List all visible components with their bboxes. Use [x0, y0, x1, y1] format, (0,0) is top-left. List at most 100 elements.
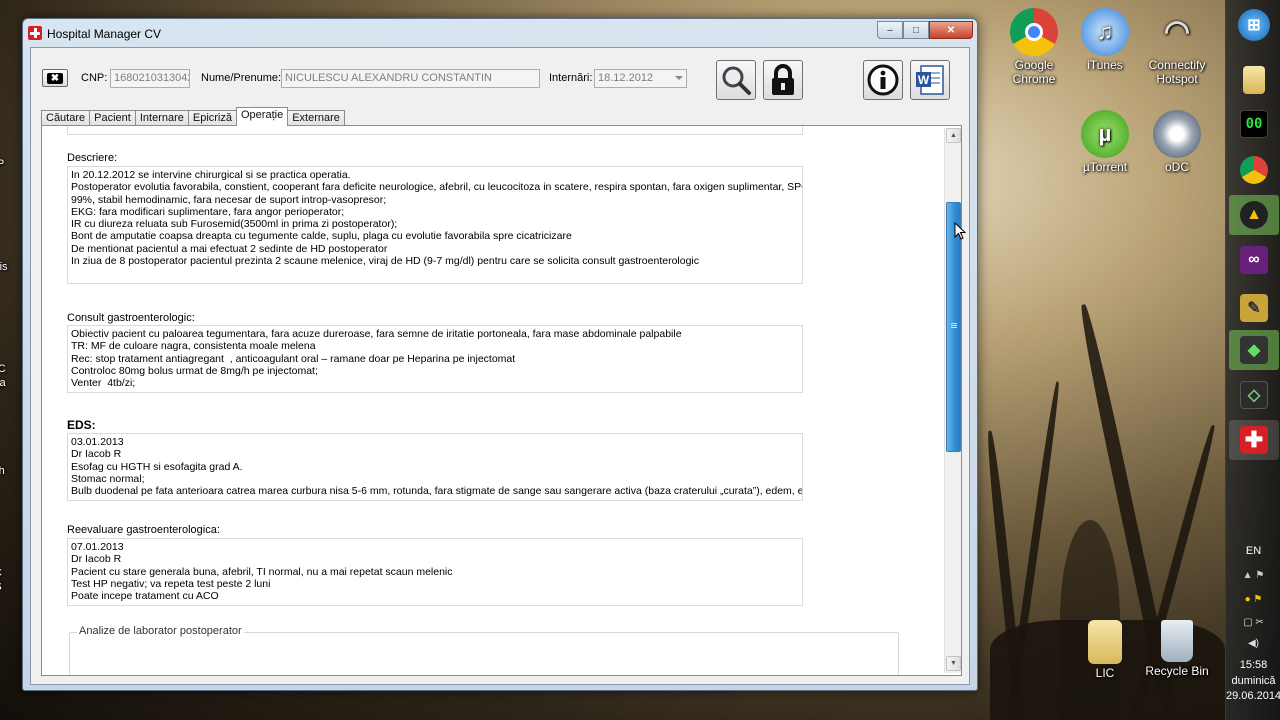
scroll-up-button[interactable]: ▲ [946, 128, 961, 143]
taskbar-chrome[interactable] [1229, 150, 1279, 190]
window-controls: ‒ □ ✕ [877, 21, 973, 39]
lab-field[interactable] [802, 675, 876, 676]
folder-icon [1088, 620, 1122, 664]
chrome-icon [1240, 156, 1268, 184]
text-line: Obiectiv pacient cu paloarea tegumentara… [71, 328, 682, 340]
tools-icon: ✎ [1240, 294, 1268, 322]
taskbar-green-app-2[interactable]: ◆ [1229, 330, 1279, 370]
text-line: EKG: fara modificari suplimentare, fara … [71, 205, 345, 218]
export-word-button[interactable]: W [910, 60, 950, 100]
lock-icon [772, 64, 794, 95]
hospital-cross-icon: ✚ [1240, 426, 1268, 454]
text-line: 99%, stabil hemodinamic, fara necesar de… [71, 193, 387, 206]
text-line: Dr Iacob R [71, 448, 122, 461]
clock-day[interactable]: duminică [1226, 675, 1280, 687]
taskbar-tools[interactable]: ✎ [1229, 288, 1279, 328]
text-line: Bulb duodenal pe fata anterioara catrea … [71, 485, 803, 498]
lock-button[interactable] [763, 60, 803, 100]
minimize-button[interactable]: ‒ [877, 21, 903, 39]
taskbar-hospital-manager[interactable]: ✚ [1229, 420, 1279, 460]
chevron-down-icon [675, 76, 683, 80]
language-indicator[interactable]: EN [1226, 545, 1280, 557]
visual-studio-icon: ∞ [1240, 246, 1268, 274]
desktop-fragment[interactable]: S [0, 580, 18, 594]
taskbar-clock-app[interactable]: 00 [1229, 104, 1279, 144]
title-bar[interactable]: Hospital Manager CV ‒ □ ✕ [23, 19, 977, 47]
lab-field[interactable] [586, 675, 660, 676]
utorrent-icon: µ [1081, 110, 1129, 158]
close-record-button[interactable]: ✖ [42, 69, 68, 87]
previous-field-bottom [67, 126, 803, 135]
eds-textbox[interactable]: 03.01.2013 Dr Iacob R Esofag cu HGTH si … [67, 433, 803, 501]
search-button[interactable] [716, 60, 756, 100]
tab-epicriza[interactable]: Epicriză [187, 110, 237, 126]
text-line: In ziua de 8 postoperator pacientul prez… [71, 255, 700, 268]
text-line: Dr Iacob R [71, 553, 122, 566]
reevaluation-textbox[interactable]: 07.01.2013 Dr Iacob R Pacient cu stare g… [67, 538, 803, 606]
tray-icons[interactable]: ▲ ⚑ [1226, 570, 1280, 581]
desktop-fragment[interactable]: SC [0, 362, 18, 376]
start-button[interactable]: ⊞ [1229, 5, 1279, 45]
clock-time[interactable]: 15:58 [1226, 659, 1280, 671]
taskbar-app-3[interactable]: ◇ [1229, 375, 1279, 415]
desktop-fragment[interactable]: C [0, 566, 18, 580]
tab-pacient[interactable]: Pacient [89, 110, 136, 126]
app-window: Hospital Manager CV ‒ □ ✕ ✖ CNP: 1680210… [22, 18, 978, 691]
volume-icon[interactable]: ◀) [1226, 638, 1280, 649]
desktop-fragment[interactable]: Vis [0, 260, 20, 274]
close-button[interactable]: ✕ [929, 21, 973, 39]
description-textbox[interactable]: In 20.12.2012 se intervine chirurgical s… [67, 166, 803, 284]
tab-cautare[interactable]: Căutare [41, 110, 91, 126]
cnp-label: CNP: [81, 72, 108, 84]
tab-operatie[interactable]: Operație [236, 107, 289, 126]
desktop-icon-recycle-bin[interactable]: Recycle Bin [1139, 620, 1215, 678]
desktop-icon-label: Connectify Hotspot [1148, 58, 1206, 86]
lab-field[interactable] [368, 675, 442, 676]
name-label: Nume/Prenume: [201, 72, 282, 84]
text-line: 07.01.2013 [71, 541, 124, 553]
name-field[interactable]: NICULESCU ALEXANDRU CONSTANTIN [281, 69, 540, 88]
desktop-fragment[interactable]: C [0, 52, 10, 66]
admission-label: Internări: [549, 72, 593, 84]
lab-field[interactable] [150, 675, 222, 676]
desktop-icon-label: LIC [1095, 666, 1115, 680]
desktop-icon-chrome[interactable]: Google Chrome [996, 8, 1072, 86]
desktop-icon-odc[interactable]: oDC [1139, 110, 1215, 174]
cnp-field[interactable]: 1680210313042 [110, 69, 190, 88]
desktop-fragment[interactable]: Ma [0, 376, 18, 390]
maximize-button[interactable]: □ [903, 21, 929, 39]
desktop-icon-lic[interactable]: LIC [1067, 620, 1143, 680]
text-line: Stomac normal; [71, 472, 145, 485]
tray-icons-3[interactable]: ▢ ✂ [1226, 617, 1280, 628]
text-line: De mentionat pacientul a mai efectuat 2 … [71, 242, 388, 255]
odc-icon [1153, 110, 1201, 158]
consult-label: Consult gastroenterologic: [67, 312, 195, 324]
tab-internare[interactable]: Internare [134, 110, 189, 126]
desktop-fragment[interactable]: MP [0, 157, 16, 171]
vertical-scrollbar[interactable]: ▲ ▼ [944, 128, 961, 673]
info-button[interactable] [863, 60, 903, 100]
app-icon: ◇ [1240, 381, 1268, 409]
scroll-down-button[interactable]: ▼ [946, 656, 961, 671]
lab-analysis-group: Analize de laborator postoperator [69, 625, 899, 676]
tray-icons-2[interactable]: ● ⚑ [1226, 594, 1280, 605]
desktop-icon-connectify[interactable]: ◠ Connectify Hotspot [1139, 8, 1215, 87]
admission-select-value: 18.12.2012 [598, 72, 654, 84]
taskbar-visual-studio[interactable]: ∞ [1229, 240, 1279, 280]
taskbar: ⊞ 00 ▲ ∞ ✎ ◆ ◇ ✚ EN ▲ ⚑ ● ⚑ ▢ ✂ ◀) 15:58… [1225, 0, 1280, 720]
taskbar-explorer[interactable] [1229, 60, 1279, 100]
desktop-fragment[interactable]: Ph [0, 464, 18, 478]
client-area: ✖ CNP: 1680210313042 Nume/Prenume: NICUL… [30, 47, 970, 685]
admission-select[interactable]: 18.12.2012 [594, 69, 687, 88]
text-line: Postoperator evolutia favorabila, consti… [71, 181, 803, 194]
grip-line [951, 323, 957, 324]
consult-textbox[interactable]: Obiectiv pacient cu paloarea tegumentara… [67, 325, 803, 393]
desktop-icon-utorrent[interactable]: µ µTorrent [1067, 110, 1143, 174]
window-title: Hospital Manager CV [47, 27, 162, 41]
chrome-icon [1010, 8, 1058, 56]
taskbar-green-app[interactable]: ▲ [1229, 195, 1279, 235]
operation-tab-panel: Descriere: In 20.12.2012 se intervine ch… [41, 125, 962, 676]
tab-externare[interactable]: Externare [287, 110, 345, 126]
clock-date[interactable]: 29.06.2014 [1226, 690, 1280, 702]
desktop-icon-itunes[interactable]: ♫ iTunes [1067, 8, 1143, 72]
